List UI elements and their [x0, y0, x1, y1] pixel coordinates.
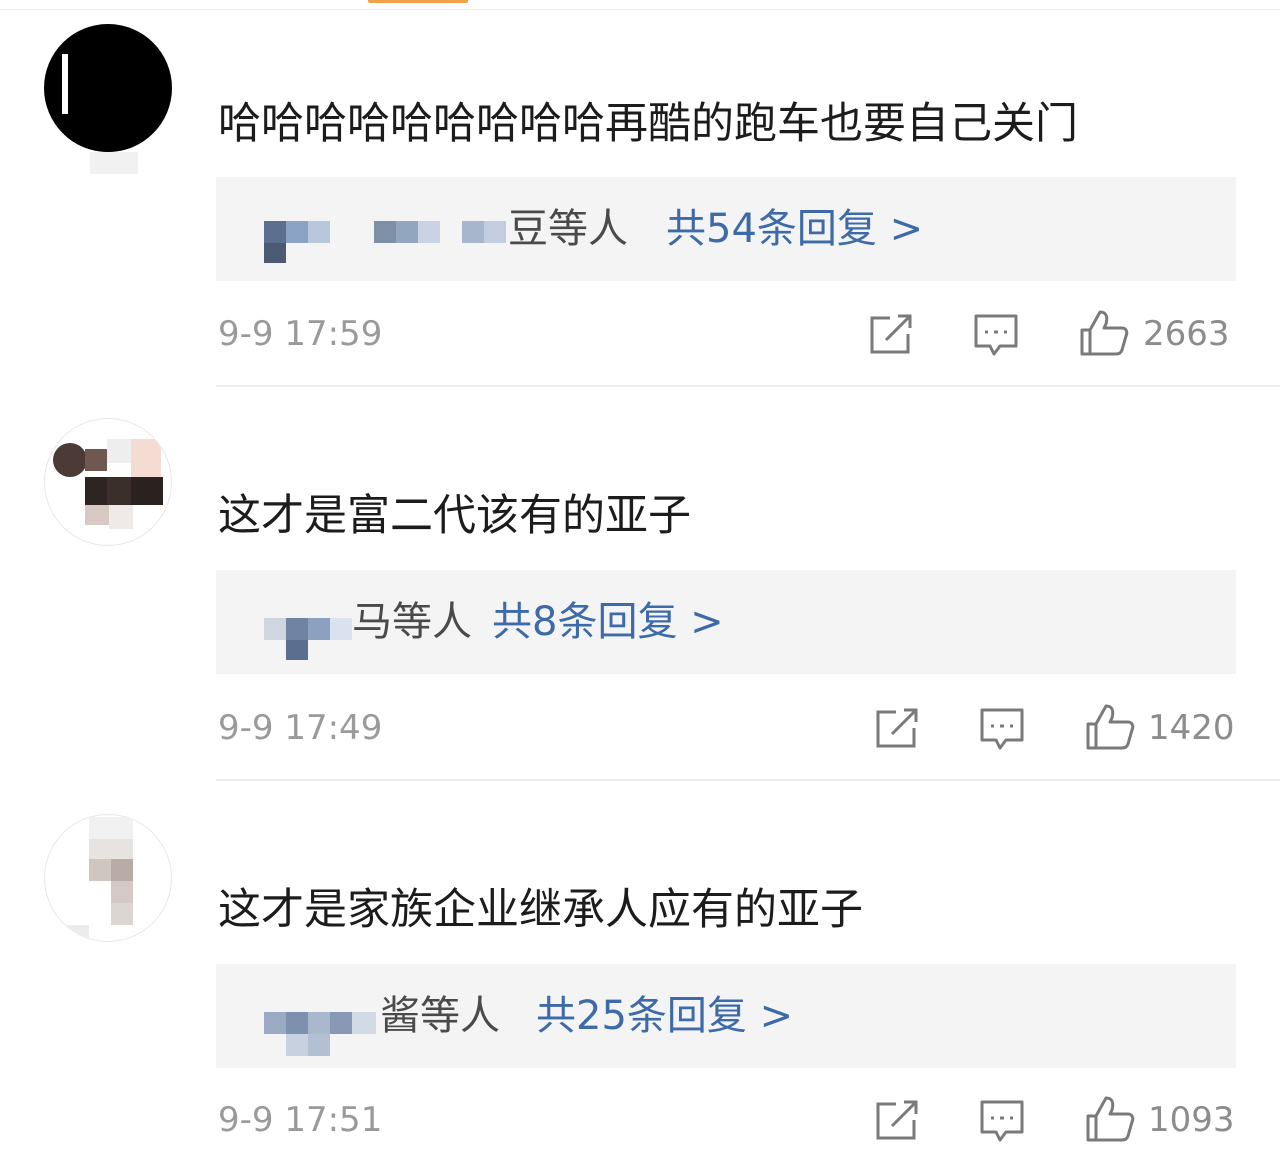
timestamp: 9-9 17:59	[218, 314, 383, 354]
blurred-username	[264, 243, 286, 263]
share-icon[interactable]	[870, 1092, 926, 1148]
share-icon[interactable]	[864, 306, 920, 362]
view-replies-link[interactable]: 共8条回复 >	[492, 596, 724, 648]
avatar-mosaic-block	[131, 477, 163, 505]
comment-text: 这才是富二代该有的亚子	[218, 491, 691, 541]
blurred-username	[308, 618, 330, 640]
avatar-mosaic-block	[111, 903, 133, 925]
avatar-mosaic-block	[107, 439, 131, 463]
thumbs-up-icon[interactable]	[1082, 700, 1138, 756]
avatar[interactable]	[44, 418, 172, 546]
thumbs-up-icon[interactable]	[1076, 306, 1132, 362]
blurred-username	[286, 1034, 308, 1056]
reply-usernames[interactable]: 酱等人	[380, 990, 500, 1042]
blurred-username	[374, 221, 396, 243]
blurred-username	[264, 221, 286, 243]
blurred-username	[286, 618, 308, 640]
avatar-mosaic-block	[107, 477, 131, 505]
blurred-username	[286, 1012, 308, 1034]
blurred-username	[264, 618, 286, 640]
avatar-mosaic-block	[53, 443, 87, 477]
blurred-username	[308, 221, 330, 243]
view-replies-link[interactable]: 共54条回复 >	[666, 203, 923, 255]
view-replies-link[interactable]: 共25条回复 >	[536, 990, 793, 1042]
reply-usernames[interactable]: 豆等人	[508, 203, 628, 255]
thumbs-up-icon[interactable]	[1082, 1092, 1138, 1148]
comment-meta-row: 9-9 17:49 1420	[0, 700, 1280, 756]
avatar-mosaic-block	[85, 477, 107, 505]
comment-text: 这才是家族企业继承人应有的亚子	[218, 885, 863, 935]
avatar-mosaic-block	[67, 925, 89, 941]
comment-icon[interactable]	[974, 700, 1030, 756]
blurred-username	[330, 1012, 352, 1034]
blurred-username	[462, 221, 484, 243]
comment-meta-row: 9-9 17:59 2663	[0, 306, 1280, 362]
like-count: 2663	[1143, 314, 1230, 354]
avatar-mosaic-block	[111, 881, 133, 903]
reply-preview-box[interactable]: 酱等人 共25条回复 >	[216, 964, 1236, 1068]
share-icon[interactable]	[870, 700, 926, 756]
blurred-username	[264, 1012, 286, 1034]
blurred-username	[286, 640, 308, 660]
avatar-mosaic-block	[85, 505, 109, 525]
avatar-mosaic-block	[111, 859, 133, 881]
blurred-username	[308, 1034, 330, 1056]
avatar[interactable]	[44, 814, 172, 942]
comment-icon[interactable]	[968, 306, 1024, 362]
reply-preview-box[interactable]: 马等人 共8条回复 >	[216, 570, 1236, 674]
blurred-username	[352, 1012, 376, 1034]
avatar-mosaic-block	[89, 839, 133, 859]
avatar-mosaic-block	[85, 449, 107, 471]
avatar-mosaic-block	[90, 152, 138, 174]
comment-divider	[216, 385, 1280, 387]
blurred-username	[484, 221, 506, 243]
avatar-mosaic-block	[62, 54, 68, 114]
avatar-mosaic-block	[109, 505, 133, 529]
like-count: 1093	[1148, 1100, 1235, 1140]
blurred-username	[330, 618, 352, 640]
blurred-username	[286, 221, 308, 243]
avatar-mosaic-block	[89, 817, 133, 839]
comment-divider	[216, 779, 1280, 781]
timestamp: 9-9 17:49	[218, 708, 383, 748]
avatar-mosaic-block	[64, 84, 136, 152]
top-divider	[0, 9, 1280, 10]
comment-meta-row: 9-9 17:51 1093	[0, 1092, 1280, 1148]
comment-icon[interactable]	[974, 1092, 1030, 1148]
comment-text: 哈哈哈哈哈哈哈哈哈再酷的跑车也要自己关门	[218, 99, 1078, 149]
timestamp: 9-9 17:51	[218, 1100, 383, 1140]
blurred-username	[418, 221, 440, 243]
like-count: 1420	[1148, 708, 1235, 748]
reply-usernames[interactable]: 马等人	[352, 596, 472, 648]
reply-preview-box[interactable]: 豆等人 共54条回复 >	[216, 177, 1236, 281]
blurred-username	[308, 1012, 330, 1034]
avatar[interactable]	[44, 24, 172, 152]
avatar-mosaic-block	[89, 859, 111, 881]
active-tab-indicator	[368, 0, 468, 3]
blurred-username	[396, 221, 418, 243]
